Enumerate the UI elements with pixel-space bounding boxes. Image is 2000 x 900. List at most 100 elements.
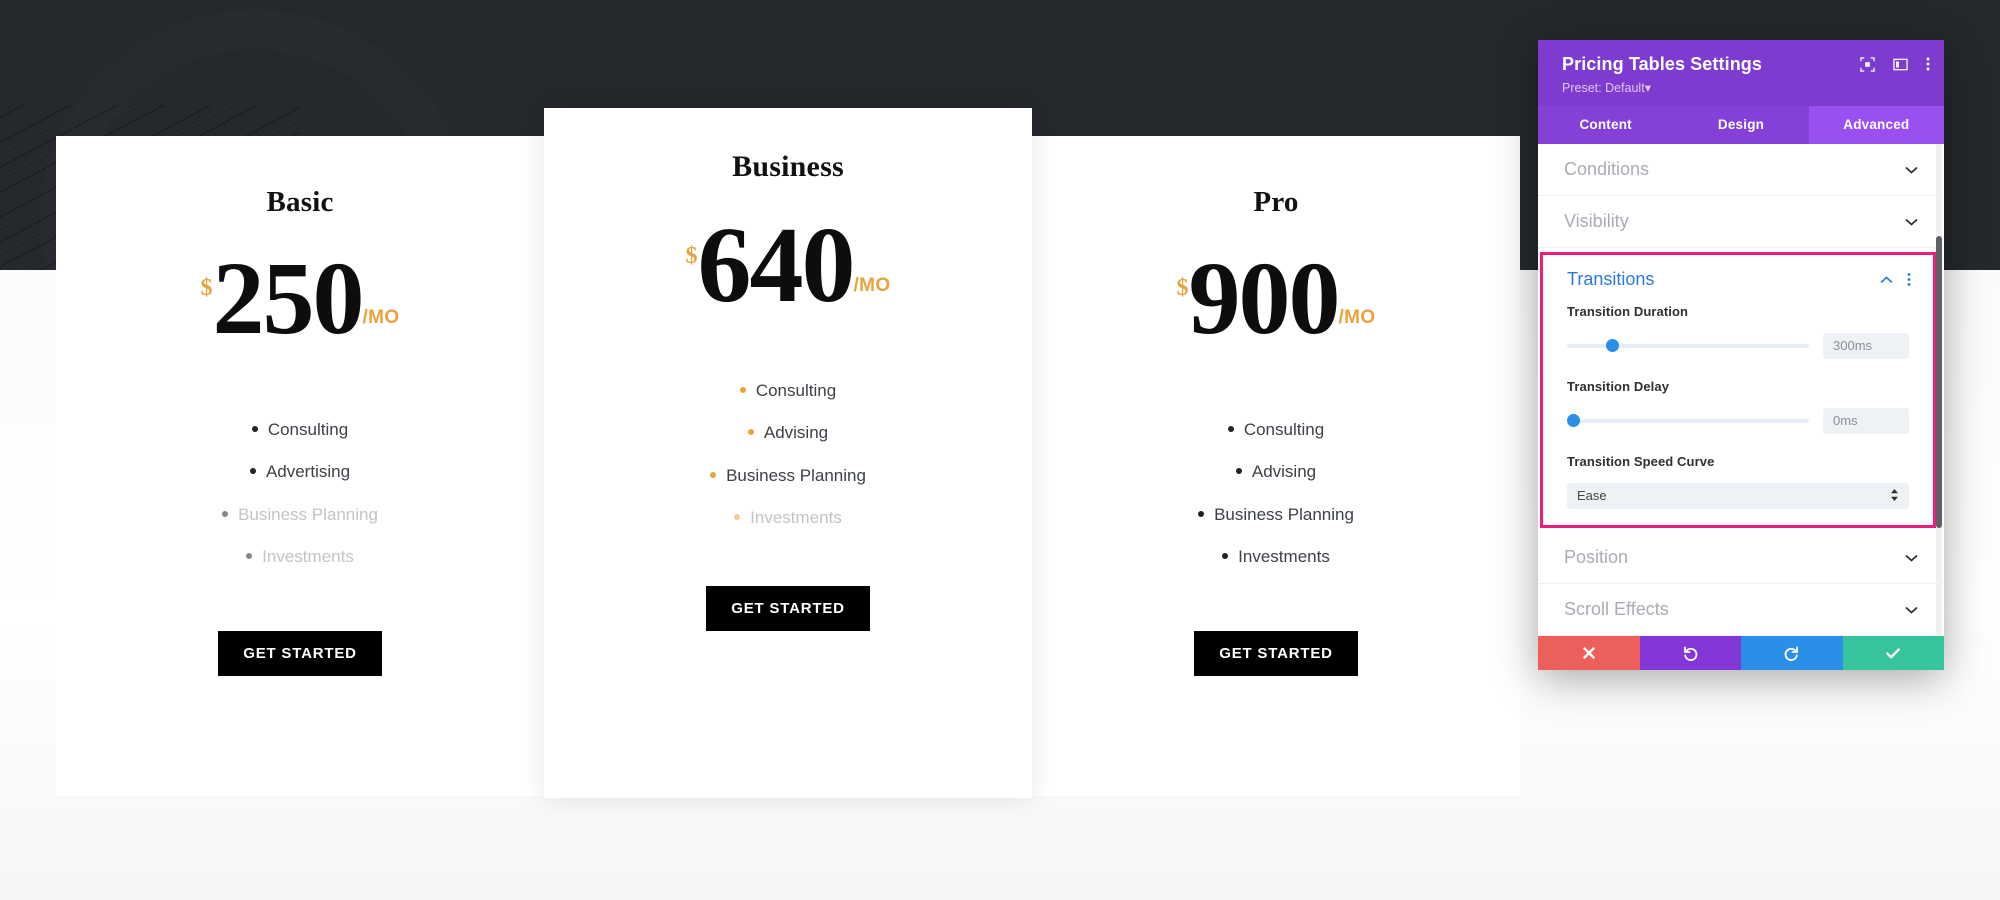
feature-label: Investments	[262, 547, 354, 567]
price-currency: $	[685, 243, 698, 269]
transition-delay-slider-knob[interactable]	[1567, 413, 1580, 427]
feature-item: Advising	[544, 412, 1032, 454]
get-started-button[interactable]: GET STARTED	[1194, 630, 1358, 676]
bullet-icon	[251, 426, 258, 432]
pricing-table-pro: Pro $900/MO Consulting Advising Business Pla…	[1032, 136, 1520, 796]
redo-button[interactable]	[1741, 636, 1843, 670]
stepper-arrows-icon	[1890, 488, 1899, 504]
feature-label: Consulting	[1243, 420, 1325, 439]
cancel-button[interactable]	[1538, 636, 1640, 670]
feature-label: Investments	[750, 508, 842, 528]
chevron-down-icon	[1905, 603, 1918, 616]
feature-label: Investments	[1238, 547, 1330, 567]
screen: Basic $250/MO Consulting Advertising Busines…	[0, 0, 2000, 900]
section-position-label: Position	[1564, 546, 1629, 567]
scrollbar-thumb[interactable]	[1936, 235, 1942, 528]
modal-header-icons	[1860, 56, 1930, 72]
slider-rail	[1567, 418, 1809, 423]
pricing-table-title: Basic	[266, 186, 334, 218]
transition-duration-label: Transition Duration	[1567, 303, 1689, 319]
price-amount: 640	[697, 206, 855, 325]
section-transitions[interactable]: Transitions	[1543, 255, 1933, 300]
get-started-button[interactable]: GET STARTED	[218, 630, 382, 676]
tab-design[interactable]: Design	[1673, 106, 1808, 144]
preset-caret-icon: ▾	[1644, 80, 1651, 95]
section-visibility-label: Visibility	[1564, 210, 1629, 231]
feature-item: Investments	[544, 497, 1032, 539]
price-currency: $	[200, 275, 213, 301]
transition-duration-slider-knob[interactable]	[1605, 338, 1619, 352]
feature-item: Business Planning	[56, 494, 544, 536]
section-transitions-panel: Transitions Transition Duration 300ms Tr…	[1540, 251, 1936, 528]
bullet-icon	[1222, 553, 1229, 560]
price-amount: 250	[212, 241, 364, 356]
transition-delay-slider[interactable]	[1567, 413, 1809, 428]
feature-item: Business Planning	[544, 455, 1032, 497]
section-position[interactable]: Position	[1538, 532, 1944, 584]
pricing-tables-settings-modal: Pricing Tables Settings Preset: Default▾	[1538, 40, 1944, 670]
modal-body: Conditions Visibility Transitions Transi…	[1538, 143, 1944, 636]
focus-icon[interactable]	[1860, 56, 1875, 72]
transition-speed-curve-label: Transition Speed Curve	[1567, 453, 1715, 469]
field-transition-duration: Transition Duration 300ms	[1543, 300, 1933, 375]
chevron-up-icon[interactable]	[1880, 273, 1893, 286]
tab-advanced[interactable]: Advanced	[1808, 105, 1944, 144]
feature-label: Consulting	[267, 420, 349, 439]
section-conditions-label: Conditions	[1564, 158, 1650, 179]
section-conditions[interactable]: Conditions	[1538, 144, 1944, 196]
pricing-table-title: Pro	[1253, 186, 1299, 218]
layout-icon[interactable]	[1893, 57, 1908, 72]
section-transitions-label: Transitions	[1567, 268, 1655, 289]
transition-speed-curve-select[interactable]: Ease	[1567, 482, 1909, 509]
pricing-table-price: $900/MO	[1032, 247, 1520, 351]
get-started-button[interactable]: GET STARTED	[706, 585, 870, 631]
pricing-table-features: Consulting Advertising Business Planning In…	[56, 409, 544, 579]
modal-footer	[1538, 636, 1944, 670]
pricing-table-title: Business	[732, 150, 844, 183]
field-transition-delay: Transition Delay 0ms	[1543, 375, 1933, 450]
chevron-down-icon	[1905, 163, 1918, 176]
field-transition-speed-curve: Transition Speed Curve Ease	[1543, 450, 1933, 525]
bullet-icon	[1227, 426, 1234, 432]
preset-selector[interactable]: Preset: Default▾	[1562, 80, 1924, 95]
feature-item: Consulting	[56, 409, 544, 451]
pricing-tables-module: Basic $250/MO Consulting Advertising Busines…	[56, 108, 1520, 798]
transition-delay-value[interactable]: 0ms	[1823, 407, 1909, 434]
section-transitions-icons	[1880, 272, 1911, 287]
transition-duration-slider[interactable]	[1567, 338, 1809, 353]
kebab-menu-icon[interactable]	[1926, 56, 1930, 72]
bullet-icon	[222, 510, 229, 517]
feature-label: Business Planning	[238, 504, 378, 524]
bullet-icon	[734, 514, 741, 521]
pricing-table-features: Consulting Advising Business Planning Inves…	[1032, 409, 1520, 579]
feature-item: Consulting	[544, 370, 1032, 412]
transition-duration-value[interactable]: 300ms	[1823, 332, 1909, 359]
feature-label: Advising	[1251, 462, 1317, 482]
preset-label: Preset: Default	[1562, 80, 1645, 95]
feature-label: Advertising	[265, 462, 351, 482]
save-button[interactable]	[1842, 636, 1944, 670]
pricing-table-cta-row: GET STARTED	[56, 630, 544, 676]
transition-speed-curve-value: Ease	[1577, 488, 1607, 504]
modal-tabs: Content Design Advanced	[1538, 105, 1944, 144]
section-scroll-effects[interactable]: Scroll Effects	[1538, 584, 1944, 636]
section-visibility[interactable]: Visibility	[1538, 196, 1944, 248]
bullet-icon	[1235, 468, 1242, 475]
modal-header: Pricing Tables Settings Preset: Default▾	[1538, 40, 1944, 106]
chevron-down-icon	[1905, 215, 1918, 228]
pricing-table-cta-row: GET STARTED	[1032, 630, 1520, 676]
feature-item: Advertising	[56, 451, 544, 493]
feature-item: Advising	[1032, 451, 1520, 493]
pricing-table-features: Consulting Advising Business Planning Inves…	[544, 370, 1032, 540]
pricing-table-cta-row: GET STARTED	[544, 585, 1032, 631]
tab-content[interactable]: Content	[1538, 106, 1673, 144]
bullet-icon	[246, 553, 253, 560]
price-currency: $	[1176, 275, 1189, 301]
feature-item: Investments	[1032, 536, 1520, 578]
bullet-icon	[249, 468, 256, 475]
section-options-kebab-icon[interactable]	[1907, 272, 1911, 287]
slider-rail	[1567, 343, 1809, 348]
undo-button[interactable]	[1639, 636, 1741, 670]
chevron-down-icon	[1905, 551, 1918, 564]
pricing-table-basic: Basic $250/MO Consulting Advertising Busines…	[56, 136, 544, 796]
